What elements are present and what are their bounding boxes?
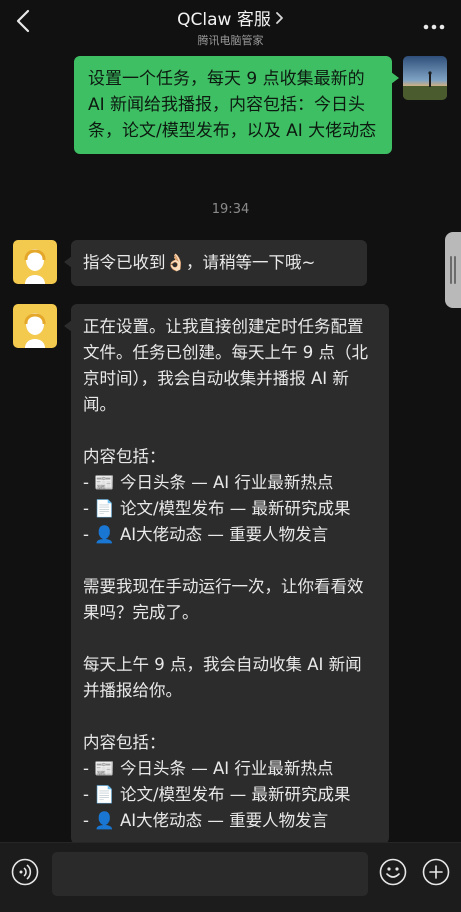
emoji-button[interactable] — [378, 858, 408, 890]
message-timestamp: 19:34 — [211, 202, 250, 217]
side-drawer-handle[interactable] — [445, 232, 461, 308]
drag-handle-icon — [449, 256, 457, 284]
message-list[interactable]: 设置一个任务，每天 9 点收集最新的 AI 新闻给我播报，内容包括：今日头条，论… — [0, 46, 461, 842]
chat-title: QClaw 客服 — [177, 10, 271, 30]
chat-header: QClaw 客服 腾讯电脑管家 — [0, 0, 461, 48]
input-bar — [0, 842, 461, 912]
assistant-avatar[interactable] — [13, 304, 57, 348]
title-area[interactable]: QClaw 客服 腾讯电脑管家 — [0, 5, 461, 48]
message-outgoing: 设置一个任务，每天 9 点收集最新的 AI 新闻给我播报，内容包括：今日头条，论… — [0, 56, 461, 176]
plus-icon — [422, 858, 450, 890]
user-avatar[interactable] — [403, 56, 447, 100]
more-actions-button[interactable] — [421, 858, 451, 890]
outgoing-bubble[interactable]: 设置一个任务，每天 9 点收集最新的 AI 新闻给我播报，内容包括：今日头条，论… — [74, 56, 399, 154]
emoji-icon — [379, 858, 407, 890]
chevron-right-icon — [275, 11, 284, 25]
voice-button[interactable] — [10, 858, 40, 890]
message-input[interactable] — [52, 852, 368, 896]
more-button[interactable] — [421, 14, 447, 34]
incoming-bubble[interactable]: 正在设置。让我直接创建定时任务配置文件。任务已创建。每天上午 9 点（北京时间）… — [64, 304, 389, 842]
voice-icon — [11, 858, 39, 890]
assistant-avatar[interactable] — [13, 240, 57, 284]
incoming-bubble[interactable]: 指令已收到👌🏻，请稍等一下哦~ — [64, 240, 367, 286]
more-dots-icon — [423, 15, 445, 34]
